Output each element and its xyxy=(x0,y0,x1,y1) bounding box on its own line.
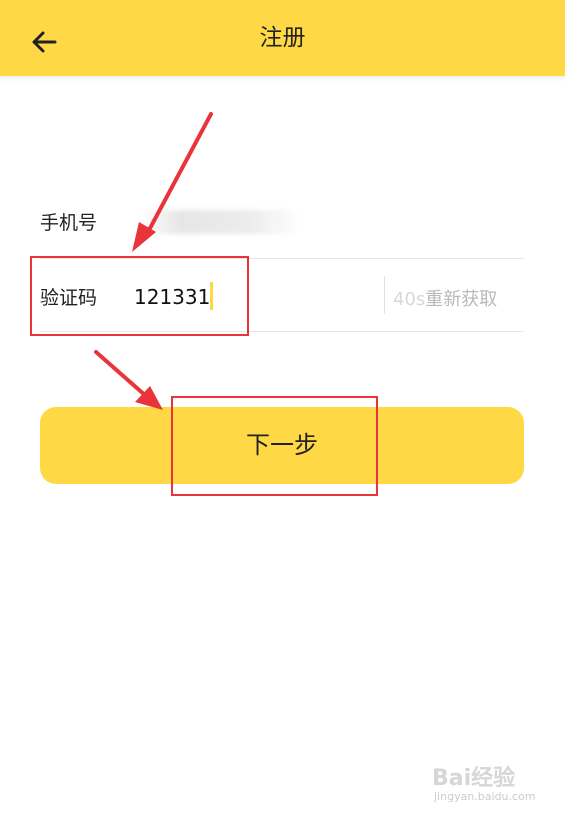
watermark-logo: Bai经验 xyxy=(432,766,516,791)
annotation-arrows xyxy=(94,112,213,410)
watermark-url: jingyan.baidu.com xyxy=(434,790,536,803)
watermark: Bai经验 jingyan.baidu.com xyxy=(432,760,552,810)
annotation-arrow-1 xyxy=(132,112,213,252)
annotation-arrow-2 xyxy=(94,350,163,410)
